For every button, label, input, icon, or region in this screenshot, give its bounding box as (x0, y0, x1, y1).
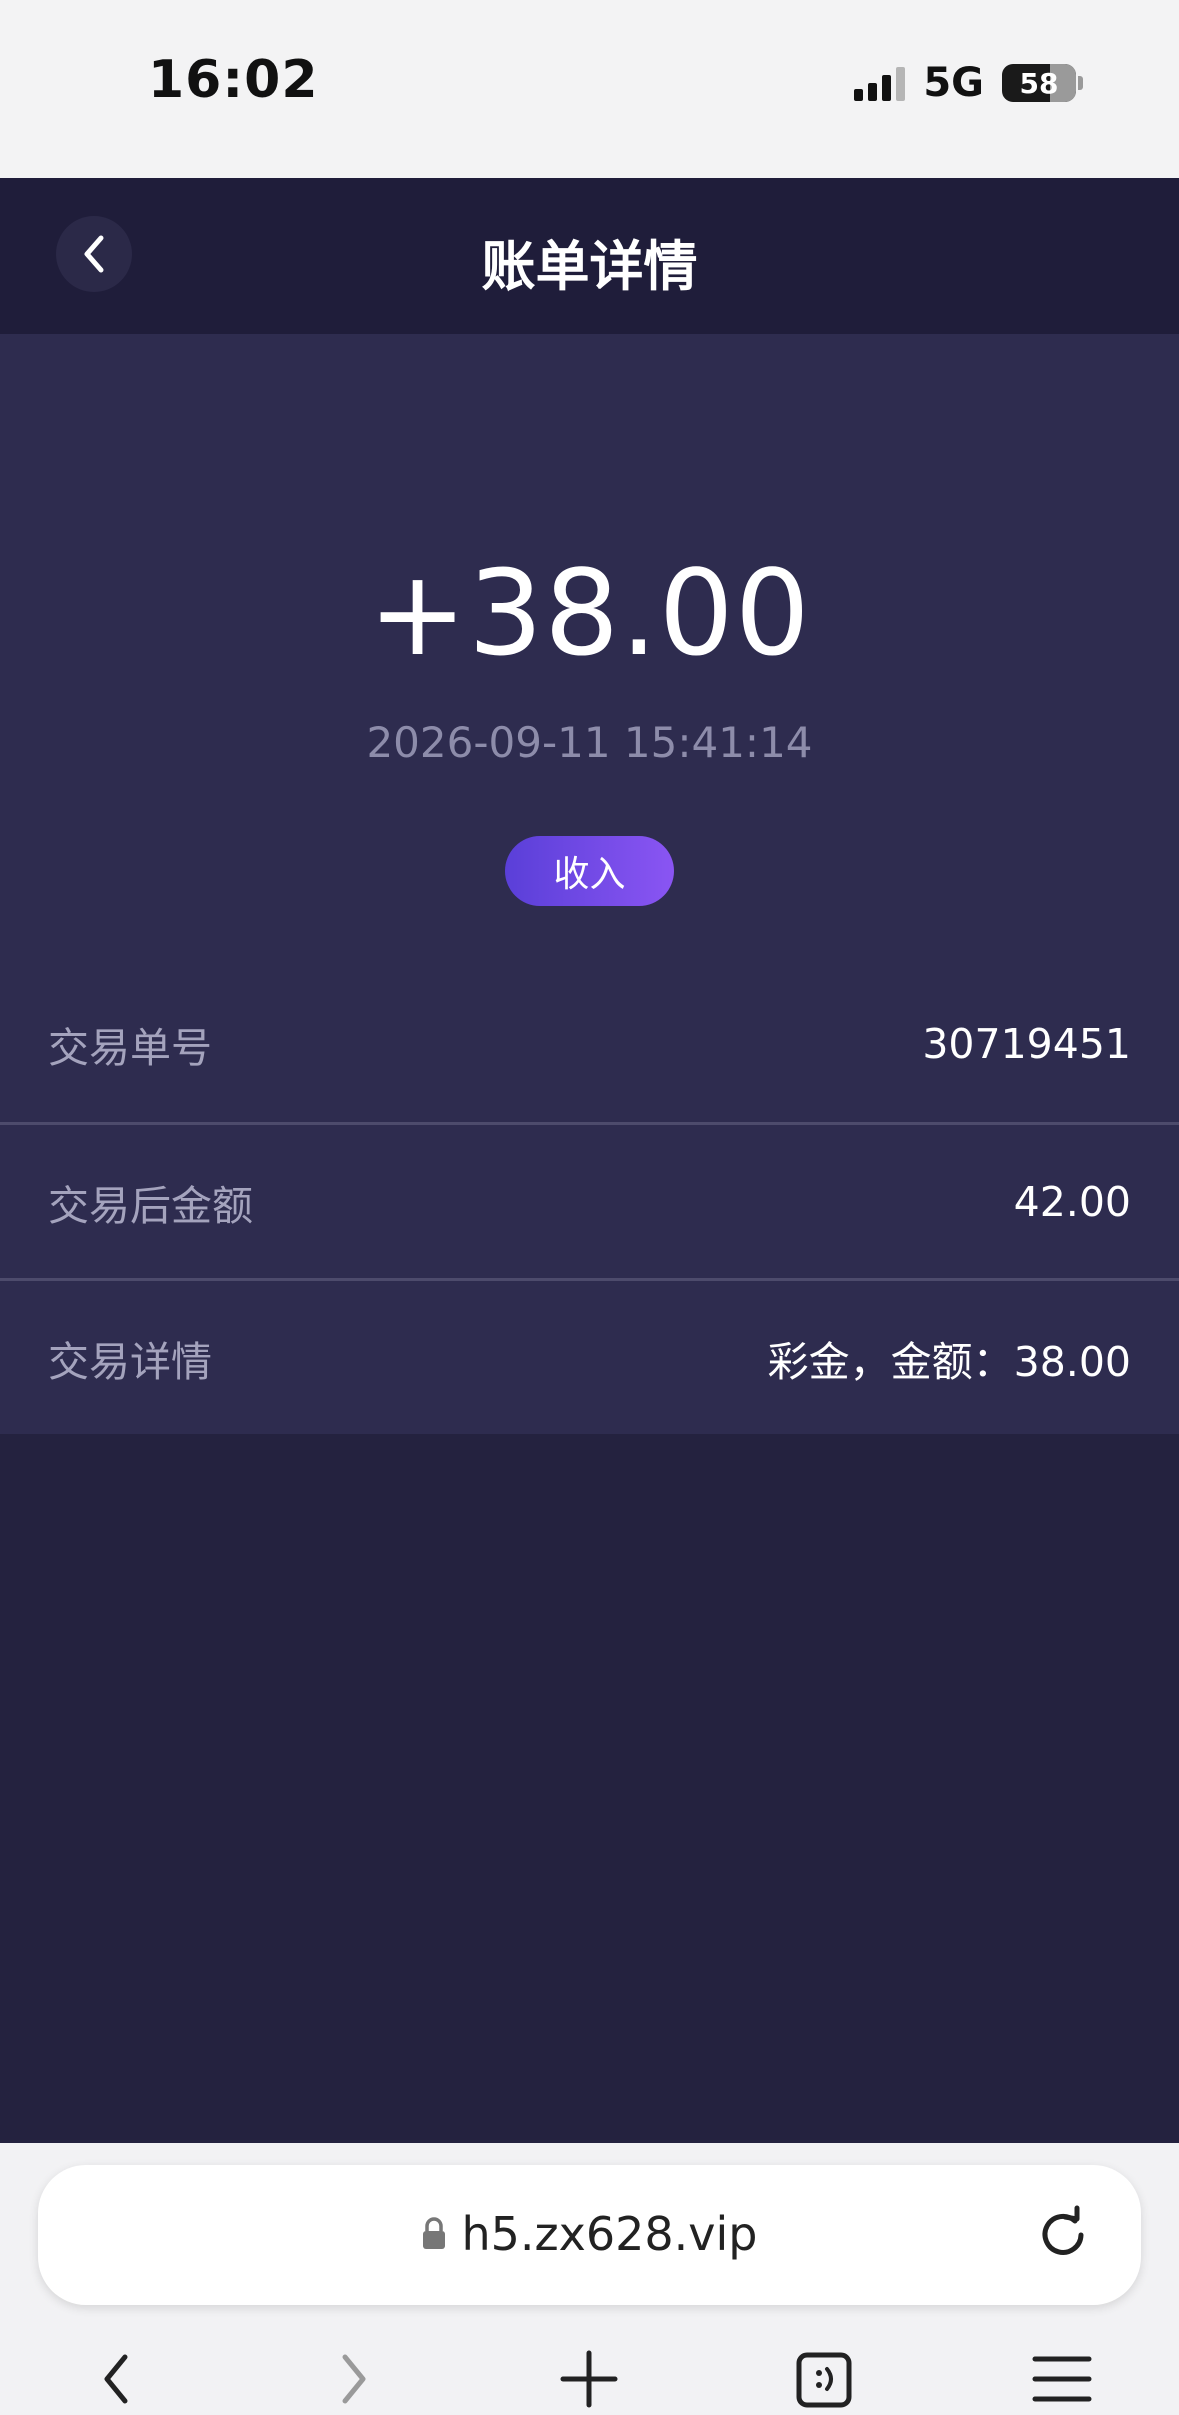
battery-level: 58 (1019, 66, 1059, 100)
chevron-left-icon (104, 2354, 128, 2404)
url-display[interactable]: h5.zx628.vip (38, 2207, 1141, 2261)
battery-icon: 58 (1002, 64, 1076, 102)
detail-value: 42.00 (1013, 1177, 1131, 1226)
detail-label: 交易单号 (48, 1024, 212, 1072)
status-bar: 16:02 5G 58 (0, 0, 1179, 178)
detail-row-balance-after: 交易后金额 42.00 (0, 1122, 1179, 1278)
lock-icon (423, 2217, 446, 2249)
transaction-time: 2026-09-11 15:41:14 (366, 718, 813, 767)
transaction-details: 交易单号 30719451 交易后金额 42.00 交易详情 彩金，金额：38.… (0, 966, 1179, 1434)
tabs-icon (796, 2352, 852, 2408)
detail-value: 彩金，金额：38.00 (767, 1337, 1131, 1386)
tabs-button[interactable] (784, 2343, 864, 2415)
network-label: 5G (923, 60, 984, 106)
nav-back-button[interactable] (76, 2343, 156, 2415)
menu-button[interactable] (1022, 2343, 1102, 2415)
address-bar[interactable]: h5.zx628.vip (38, 2165, 1141, 2305)
menu-icon (1032, 2356, 1092, 2402)
transaction-type-badge: 收入 (505, 836, 674, 906)
detail-row-order-id: 交易单号 30719451 (0, 966, 1179, 1122)
detail-value: 30719451 (922, 1020, 1131, 1068)
nav-forward-button[interactable] (314, 2343, 394, 2415)
new-tab-button[interactable] (549, 2343, 629, 2415)
transaction-summary: +38.00 2026-09-11 15:41:14 收入 (0, 334, 1179, 966)
plus-icon (560, 2350, 618, 2408)
detail-label: 交易详情 (48, 1337, 212, 1386)
browser-nav-bar (0, 2343, 1179, 2415)
page-title: 账单详情 (481, 235, 698, 298)
battery-cap (1078, 76, 1083, 90)
detail-label: 交易后金额 (48, 1181, 253, 1230)
app-header: 账单详情 (0, 178, 1179, 334)
chevron-right-icon (342, 2354, 366, 2404)
browser-toolbar: h5.zx628.vip (0, 2143, 1179, 2415)
transaction-amount: +38.00 (368, 544, 811, 682)
status-indicators: 5G 58 (854, 60, 1083, 106)
signal-icon (854, 65, 906, 101)
reload-button[interactable] (1031, 2203, 1095, 2267)
url-text: h5.zx628.vip (461, 2207, 758, 2261)
detail-row-description: 交易详情 彩金，金额：38.00 (0, 1278, 1179, 1434)
status-time: 16:02 (148, 50, 319, 110)
reload-icon (1042, 2205, 1084, 2255)
